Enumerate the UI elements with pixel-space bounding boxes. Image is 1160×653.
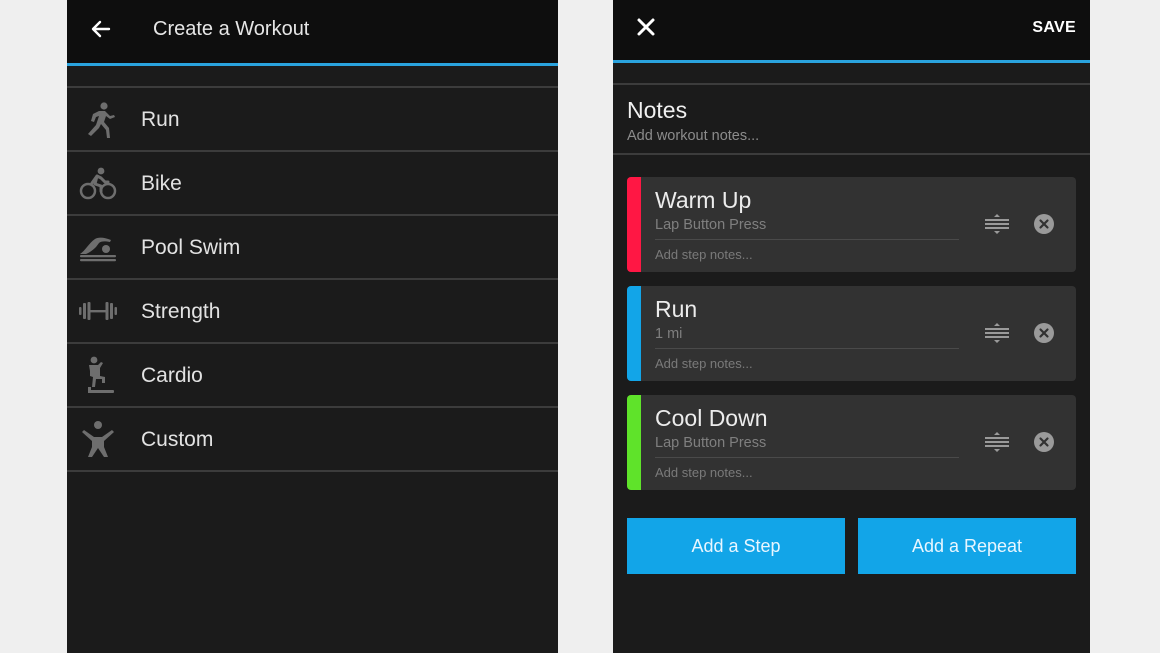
runner-icon	[88, 102, 115, 138]
create-workout-screen: Create a Workout Run Bike Pool Swim Stre…	[67, 0, 558, 653]
divider	[655, 457, 959, 458]
step-color-bar	[627, 395, 641, 490]
spacer	[613, 63, 1090, 85]
workout-step: Cool Down Lap Button Press Add step note…	[627, 395, 1076, 490]
step-notes-field[interactable]: Add step notes...	[655, 465, 753, 480]
notes-placeholder[interactable]: Add workout notes...	[627, 128, 759, 144]
list-item-label: Run	[141, 108, 180, 131]
drag-handle-icon[interactable]	[983, 322, 1011, 344]
edit-workout-screen: SAVE Notes Add workout notes... Warm Up …	[613, 0, 1090, 653]
arrow-left-icon[interactable]	[89, 17, 113, 41]
workout-step: Warm Up Lap Button Press Add step notes.…	[627, 177, 1076, 272]
add-repeat-button[interactable]: Add a Repeat	[858, 518, 1076, 574]
person-arms-up-icon	[82, 421, 114, 457]
remove-step-icon[interactable]	[1034, 214, 1054, 234]
step-color-bar	[627, 286, 641, 381]
list-item-label: Custom	[141, 428, 214, 451]
workout-type-cardio[interactable]: Cardio	[67, 344, 558, 408]
step-duration[interactable]: 1 mi	[655, 326, 682, 342]
notes-title: Notes	[627, 97, 688, 123]
workout-type-strength[interactable]: Strength	[67, 280, 558, 344]
workout-steps-list: Warm Up Lap Button Press Add step notes.…	[613, 155, 1090, 490]
divider	[655, 348, 959, 349]
divider	[655, 239, 959, 240]
list-item-label: Pool Swim	[141, 236, 241, 259]
spacer	[67, 66, 558, 88]
list-item-label: Bike	[141, 172, 182, 195]
workout-notes-field[interactable]: Notes Add workout notes...	[613, 85, 1090, 155]
list-item-label: Cardio	[141, 364, 203, 387]
remove-step-icon[interactable]	[1034, 323, 1054, 343]
swimmer-icon	[80, 237, 116, 262]
remove-step-icon[interactable]	[1034, 432, 1054, 452]
step-name[interactable]: Cool Down	[655, 405, 768, 432]
step-name[interactable]: Run	[655, 296, 697, 323]
step-notes-field[interactable]: Add step notes...	[655, 356, 753, 371]
app-bar: Create a Workout	[67, 0, 558, 66]
step-notes-field[interactable]: Add step notes...	[655, 247, 753, 262]
stair-climber-icon	[88, 356, 114, 393]
drag-handle-icon[interactable]	[983, 431, 1011, 453]
workout-type-pool-swim[interactable]: Pool Swim	[67, 216, 558, 280]
close-icon[interactable]	[635, 16, 657, 38]
save-button[interactable]: SAVE	[1032, 19, 1076, 37]
step-duration[interactable]: Lap Button Press	[655, 435, 766, 451]
workout-step: Run 1 mi Add step notes...	[627, 286, 1076, 381]
action-buttons: Add a Step Add a Repeat	[613, 504, 1090, 574]
drag-handle-icon[interactable]	[983, 213, 1011, 235]
workout-type-bike[interactable]: Bike	[67, 152, 558, 216]
step-duration[interactable]: Lap Button Press	[655, 217, 766, 233]
dumbbell-icon	[79, 302, 117, 320]
page-title: Create a Workout	[153, 18, 310, 40]
step-color-bar	[627, 177, 641, 272]
list-item-label: Strength	[141, 300, 221, 323]
workout-type-run[interactable]: Run	[67, 88, 558, 152]
cyclist-icon	[79, 167, 117, 200]
app-bar: SAVE	[613, 0, 1090, 63]
workout-type-custom[interactable]: Custom	[67, 408, 558, 472]
add-step-button[interactable]: Add a Step	[627, 518, 845, 574]
step-name[interactable]: Warm Up	[655, 187, 751, 214]
